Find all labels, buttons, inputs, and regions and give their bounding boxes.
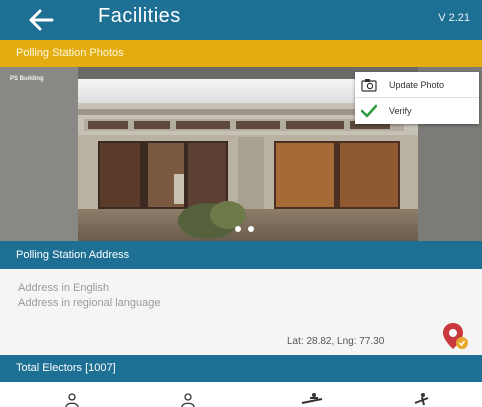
version-label: V 2.21 [438, 12, 470, 24]
camera-icon [361, 79, 377, 92]
previous-photo-peek: PS Building [0, 67, 78, 241]
map-pin-icon[interactable] [440, 321, 470, 351]
bottom-navigation [0, 382, 482, 407]
photos-section-header: Polling Station Photos [0, 40, 482, 67]
carousel-dot[interactable] [235, 226, 241, 232]
person-icon[interactable] [180, 393, 196, 407]
verify-menu-item[interactable]: Verify [355, 98, 479, 124]
address-regional-field[interactable]: Address in regional language [18, 297, 161, 309]
address-section-header: Polling Station Address [0, 241, 482, 269]
address-card: Address in English Address in regional l… [0, 269, 482, 355]
person-icon[interactable] [64, 393, 80, 407]
update-photo-label: Update Photo [389, 80, 445, 90]
back-arrow-icon[interactable] [28, 9, 54, 31]
wheelchair-icon[interactable] [412, 393, 432, 407]
page-title: Facilities [98, 5, 181, 27]
photo-caption: PS Building [10, 76, 44, 82]
photo-action-menu: Update Photo Verify [355, 72, 479, 124]
address-english-field[interactable]: Address in English [18, 282, 109, 294]
checkmark-icon [361, 104, 377, 118]
app-bar: Facilities V 2.21 [0, 0, 482, 40]
coordinates-label: Lat: 28.82, Lng: 77.30 [287, 336, 385, 347]
wheelchair-icon[interactable] [300, 393, 324, 407]
electors-section-header[interactable]: Total Electors [1007] [0, 355, 482, 382]
update-photo-menu-item[interactable]: Update Photo [355, 72, 479, 98]
carousel-dot[interactable] [248, 226, 254, 232]
verify-label: Verify [389, 106, 412, 116]
